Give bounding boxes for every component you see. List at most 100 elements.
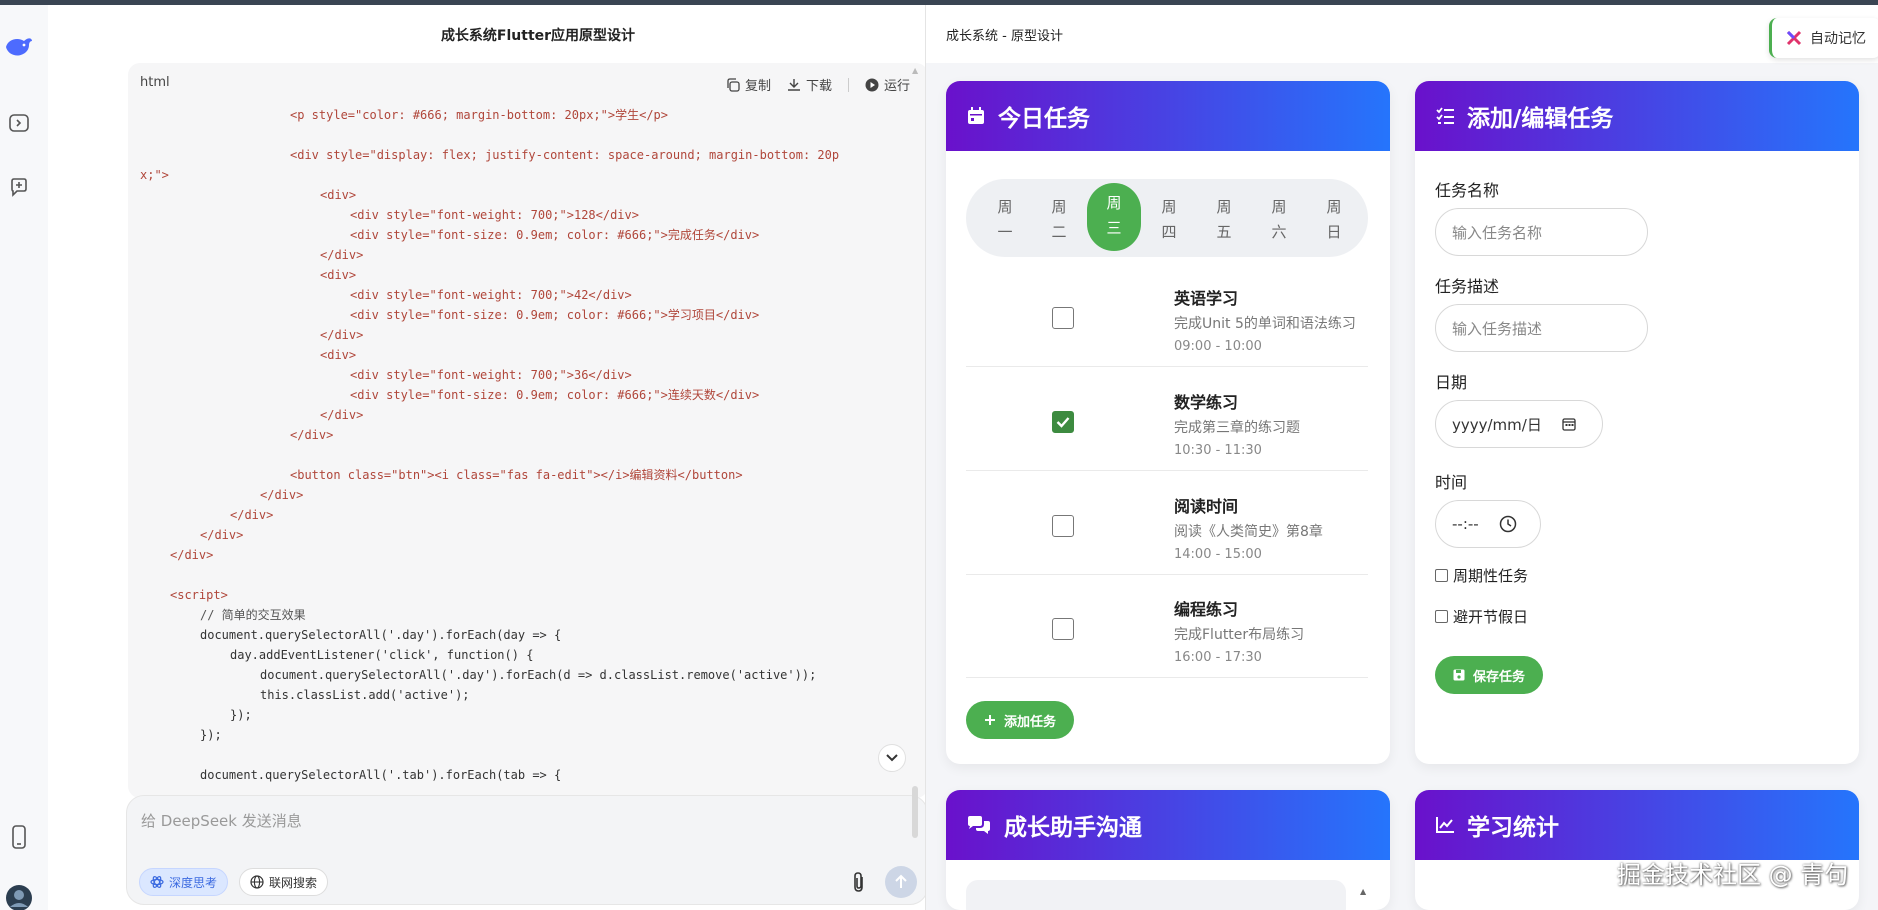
pane-resize-handle[interactable]	[912, 786, 918, 838]
today-tasks-title: 今日任务	[998, 106, 1090, 132]
clock-icon[interactable]	[1499, 515, 1517, 533]
chat-scroll-up-icon[interactable]: ▲	[1360, 887, 1366, 896]
sidebar-toggle-icon[interactable]	[4, 108, 34, 138]
day-tue[interactable]: 周二	[1032, 187, 1086, 255]
code-line: </div>	[320, 248, 364, 262]
task-item: 英语学习 完成Unit 5的单词和语法练习 09:00 - 10:00	[966, 263, 1368, 367]
code-block: html 复制 下载 运行 <p style="color: #666; mar…	[128, 63, 928, 798]
task-desc-input[interactable]: 输入任务描述	[1435, 304, 1648, 352]
code-line: <div style="display: flex; justify-conte…	[290, 148, 840, 162]
send-button[interactable]	[885, 866, 917, 898]
task-checkbox-checked[interactable]	[1052, 411, 1074, 433]
holiday-checkbox-box[interactable]	[1435, 610, 1448, 623]
holiday-checkbox[interactable]: 避开节假日	[1435, 606, 1528, 627]
code-language-label: html	[140, 75, 170, 90]
code-line: <div style="font-weight: 700;">128</div>	[350, 208, 639, 222]
code-line: <div style="font-weight: 700;">36</div>	[350, 368, 632, 382]
chat-message-area	[966, 880, 1346, 910]
date-input[interactable]: yyyy/mm/日	[1435, 400, 1603, 448]
code-line: <script>	[170, 588, 228, 602]
code-line: <div style="font-weight: 700;">42</div>	[350, 288, 632, 302]
task-name-input[interactable]: 输入任务名称	[1435, 208, 1648, 256]
calendar-picker-icon[interactable]	[1562, 417, 1576, 431]
task-desc: 完成Unit 5的单词和语法练习	[1174, 316, 1356, 332]
day-sat[interactable]: 周六	[1252, 187, 1306, 255]
code-line: this.classList.add('active');	[260, 688, 470, 702]
day-label: 周三	[1106, 194, 1122, 237]
paperclip-icon	[854, 872, 863, 892]
today-tasks-card: 今日任务 周一 周二 周三 周四 周五 周六 周日 英语学习 完成Unit 5的…	[946, 81, 1390, 764]
run-label: 运行	[883, 79, 910, 94]
task-checkbox[interactable]	[1052, 307, 1074, 329]
periodic-checkbox-box[interactable]	[1435, 569, 1448, 582]
auto-memory-button[interactable]: 自动记忆	[1769, 18, 1878, 58]
task-time: 16:00 - 17:30	[1174, 650, 1262, 665]
web-search-label: 联网搜索	[269, 875, 318, 890]
day-fri[interactable]: 周五	[1197, 187, 1251, 255]
add-task-label: 添加任务	[1004, 714, 1057, 730]
task-checkbox[interactable]	[1052, 515, 1074, 537]
task-item: 数学练习 完成第三章的练习题 10:30 - 11:30	[966, 367, 1368, 471]
save-task-button[interactable]: 保存任务	[1435, 656, 1544, 694]
memory-icon	[1786, 30, 1802, 46]
save-icon	[1453, 669, 1465, 681]
download-button[interactable]: 下载	[787, 75, 832, 94]
task-name: 编程练习	[1174, 600, 1239, 619]
code-line: // 简单的交互效果	[200, 608, 306, 622]
day-label: 周六	[1271, 198, 1287, 241]
code-line: document.querySelectorAll('.day').forEac…	[200, 628, 562, 642]
watermark: 掘金技术社区 @ 青句	[1617, 861, 1849, 889]
preview-title: 成长系统 - 原型设计	[946, 29, 1063, 44]
code-body: <p style="color: #666; margin-bottom: 20…	[128, 105, 928, 798]
day-wed[interactable]: 周三	[1087, 183, 1141, 251]
message-input-box[interactable]: 给 DeepSeek 发送消息 深度思考 联网搜索	[126, 795, 928, 905]
checkmark-icon	[1056, 417, 1070, 428]
task-desc-label: 任务描述	[1435, 277, 1500, 296]
deep-think-toggle[interactable]: 深度思考	[139, 868, 229, 896]
task-desc: 完成Flutter布局练习	[1174, 627, 1305, 643]
attach-button[interactable]	[847, 870, 871, 894]
day-label: 周一	[997, 198, 1013, 241]
code-line: <div style="font-size: 0.9em; color: #66…	[350, 388, 760, 402]
code-line: <div>	[320, 348, 357, 362]
left-rail	[0, 5, 48, 910]
code-line: <button class="btn"><i class="fas fa-edi…	[290, 468, 743, 482]
task-time: 14:00 - 15:00	[1174, 547, 1262, 562]
copy-icon	[727, 77, 740, 92]
scroll-up-arrow[interactable]: ▲	[912, 66, 918, 75]
day-label: 周二	[1051, 198, 1067, 241]
edit-task-title: 添加/编辑任务	[1467, 106, 1614, 132]
code-line: <div>	[320, 268, 357, 282]
time-input[interactable]: --:--	[1435, 500, 1541, 548]
web-search-toggle[interactable]: 联网搜索	[239, 868, 329, 896]
code-line: </div>	[320, 408, 364, 422]
day-sun[interactable]: 周日	[1307, 187, 1361, 255]
deepseek-logo-icon[interactable]	[4, 32, 34, 62]
task-list-icon	[1436, 107, 1454, 124]
day-mon[interactable]: 周一	[978, 187, 1032, 255]
copy-button[interactable]: 复制	[726, 75, 771, 94]
task-time: 09:00 - 10:00	[1174, 339, 1262, 354]
task-checkbox[interactable]	[1052, 618, 1074, 640]
run-button[interactable]: 运行	[865, 75, 910, 94]
holiday-label: 避开节假日	[1453, 608, 1529, 626]
code-line: document.querySelectorAll('.tab').forEac…	[200, 768, 562, 782]
message-input[interactable]: 给 DeepSeek 发送消息	[141, 810, 302, 831]
mobile-app-icon[interactable]	[4, 822, 34, 852]
scroll-down-button[interactable]	[878, 744, 906, 772]
code-line: <div>	[320, 188, 357, 202]
day-thu[interactable]: 周四	[1142, 187, 1196, 255]
date-placeholder: yyyy/mm/日	[1452, 415, 1542, 434]
add-task-button[interactable]: 添加任务	[966, 701, 1075, 739]
assistant-card: 成长助手沟通 ▲	[946, 790, 1390, 910]
code-line: </div>	[290, 428, 334, 442]
play-icon	[865, 78, 879, 91]
new-chat-icon[interactable]	[4, 172, 34, 202]
user-avatar[interactable]	[4, 883, 34, 910]
date-label: 日期	[1435, 373, 1468, 392]
periodic-checkbox[interactable]: 周期性任务	[1435, 565, 1528, 586]
arrow-up-icon	[895, 874, 907, 888]
code-line: </div>	[170, 548, 214, 562]
code-line: </div>	[200, 528, 244, 542]
atom-icon	[150, 876, 164, 888]
